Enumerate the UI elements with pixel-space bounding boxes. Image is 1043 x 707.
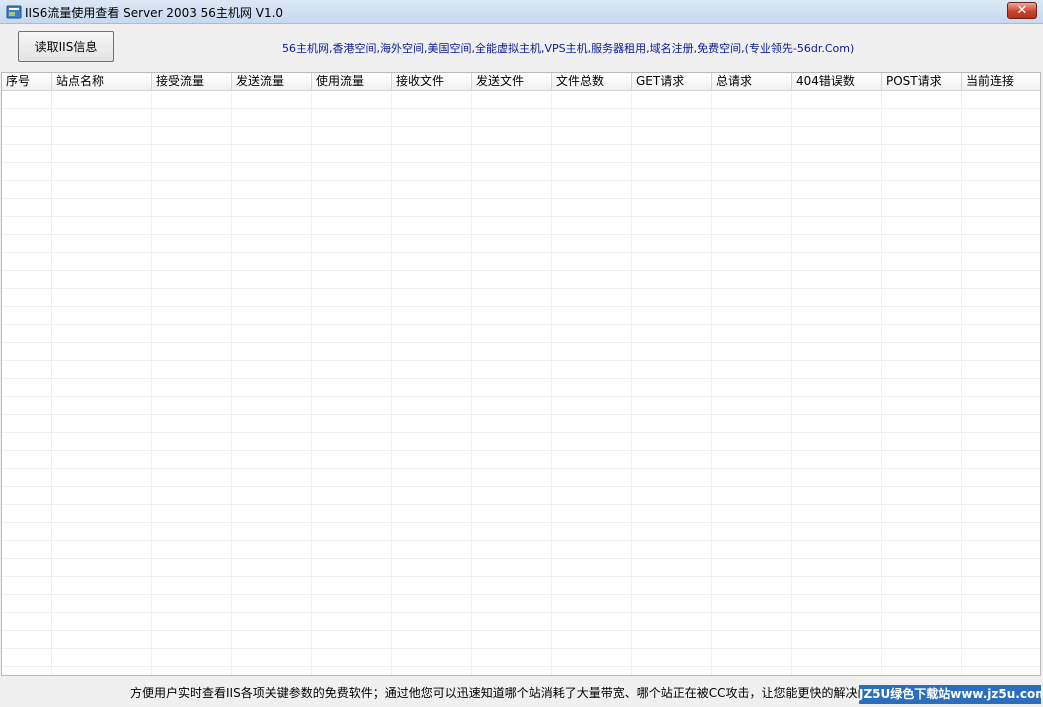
column-header[interactable]: 当前连接 xyxy=(962,73,1040,90)
close-button[interactable]: ✕ xyxy=(1007,2,1037,19)
column-gridline xyxy=(631,91,632,675)
site-stats-list[interactable]: 序号 站点名称 接受流量 发送流量 使用流量 接收文件 发送文件 文件总数 GET请求 总请求 40… xyxy=(1,72,1041,676)
column-gridline xyxy=(961,91,962,675)
list-body[interactable] xyxy=(2,91,1040,675)
column-header[interactable]: 站点名称 xyxy=(52,73,152,90)
column-gridline xyxy=(231,91,232,675)
column-gridline xyxy=(551,91,552,675)
title-bar[interactable]: IIS6流量使用查看 Server 2003 56主机网 V1.0 ✕ xyxy=(0,0,1043,24)
column-header[interactable]: 总请求 xyxy=(712,73,792,90)
window-title: IIS6流量使用查看 Server 2003 56主机网 V1.0 xyxy=(25,6,284,20)
column-header[interactable]: 序号 xyxy=(2,73,52,90)
column-header[interactable]: 404错误数 xyxy=(792,73,882,90)
list-header: 序号 站点名称 接受流量 发送流量 使用流量 接收文件 发送文件 文件总数 GET请求 总请求 40… xyxy=(2,73,1040,91)
status-text: 方便用户实时查看IIS各项关键参数的免费软件；通过他您可以迅速知道哪个站消耗了大… xyxy=(130,686,882,700)
read-iis-info-button[interactable]: 读取IIS信息 xyxy=(18,31,114,62)
column-header[interactable]: 发送文件 xyxy=(472,73,552,90)
ad-banner-text[interactable]: 56主机网,香港空间,海外空间,美国空间,全能虚拟主机,VPS主机,服务器租用,… xyxy=(282,40,854,56)
app-icon xyxy=(6,5,22,19)
column-gridline xyxy=(151,91,152,675)
column-header[interactable]: 文件总数 xyxy=(552,73,632,90)
column-header[interactable]: GET请求 xyxy=(632,73,712,90)
column-gridline xyxy=(471,91,472,675)
close-icon: ✕ xyxy=(1016,3,1028,18)
column-gridline xyxy=(881,91,882,675)
column-header[interactable]: 使用流量 xyxy=(312,73,392,90)
column-header[interactable]: 接受流量 xyxy=(152,73,232,90)
column-gridline xyxy=(791,91,792,675)
column-gridline xyxy=(711,91,712,675)
column-header[interactable]: 接收文件 xyxy=(392,73,472,90)
column-header[interactable]: POST请求 xyxy=(882,73,962,90)
column-gridline xyxy=(311,91,312,675)
column-gridline xyxy=(391,91,392,675)
column-gridline xyxy=(51,91,52,675)
watermark-badge: JZ5U绿色下载站www.jz5u.com xyxy=(859,685,1043,704)
column-header[interactable]: 发送流量 xyxy=(232,73,312,90)
